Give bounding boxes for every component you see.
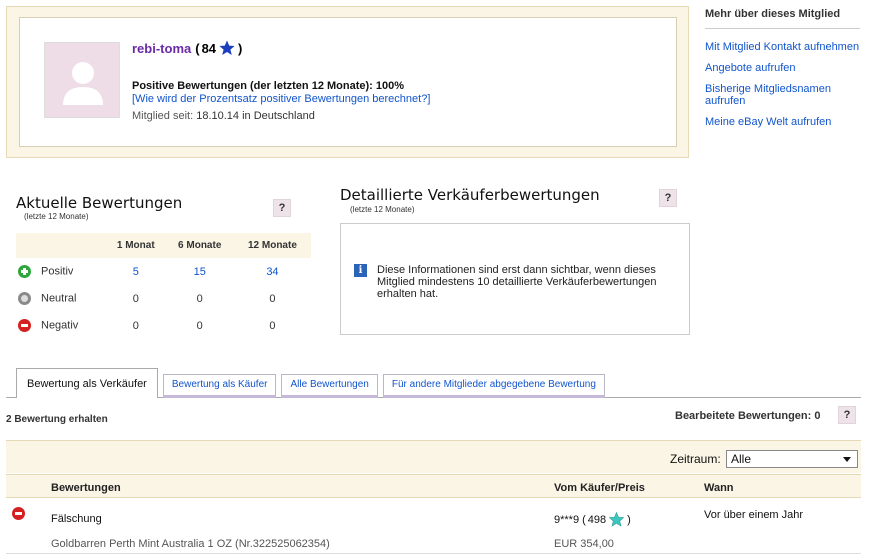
username-link[interactable]: rebi-toma — [132, 41, 191, 56]
member-sidebar: Mehr über dieses Mitglied Mit Mitglied K… — [705, 8, 860, 137]
tab-left-for-others[interactable]: Für andere Mitglieder abgegebene Bewertu… — [382, 374, 605, 398]
current-ratings-title: Aktuelle Bewertungen — [16, 194, 183, 212]
ratings-row-negative: Negativ 0 0 0 — [16, 312, 311, 339]
neutral-1m: 0 — [132, 292, 139, 305]
member-since-label: Mitglied seit: — [132, 110, 194, 122]
avatar — [44, 42, 120, 118]
current-ratings-help-button[interactable]: ? — [273, 199, 291, 217]
item-price: EUR 354,00 — [554, 538, 614, 550]
neutral-icon — [18, 292, 31, 305]
detailed-ratings-help-button[interactable]: ? — [659, 189, 677, 207]
profile-card: rebi-toma ( 84 ) Positive Bewertungen (d… — [19, 17, 677, 147]
ratings-header-row: 1 Monat 6 Monate 12 Monate — [16, 233, 311, 258]
positive-label: Positiv — [41, 265, 74, 278]
tab-as-seller[interactable]: Bewertung als Verkäufer — [16, 368, 158, 398]
ratings-row-positive: Positiv 5 15 34 — [16, 258, 311, 285]
negative-icon — [18, 319, 31, 332]
table-row: Fälschung Goldbarren Perth Mint Australi… — [6, 500, 861, 554]
period-label: Zeitraum: — [670, 452, 721, 466]
ratings-header-12m: 12 Monate — [233, 233, 311, 258]
score-close: ) — [238, 40, 243, 56]
negative-1m: 0 — [132, 319, 139, 332]
edited-help-button[interactable]: ? — [838, 406, 856, 424]
sidebar-links: Mit Mitglied Kontakt aufnehmen Angebote … — [705, 41, 860, 128]
ratings-header-6m: 6 Monate — [165, 233, 234, 258]
view-listings-link[interactable]: Angebote aufrufen — [705, 62, 796, 74]
header-buyer-price: Vom Käufer/Preis — [554, 482, 645, 494]
member-since: Mitglied seit: 18.10.14 in Deutschland — [132, 110, 315, 122]
feedback-text: Fälschung — [51, 513, 102, 525]
buyer-score-open: ( — [582, 513, 586, 526]
star-icon[interactable] — [219, 40, 235, 56]
user-line: rebi-toma ( 84 ) — [132, 40, 242, 56]
profile-panel: rebi-toma ( 84 ) Positive Bewertungen (d… — [6, 6, 689, 158]
neutral-6m: 0 — [196, 292, 203, 305]
tab-all[interactable]: Alle Bewertungen — [281, 374, 378, 398]
score-open: ( — [195, 40, 200, 56]
sidebar-title: Mehr über dieses Mitglied — [705, 8, 860, 29]
ratings-header-1m: 1 Monat — [106, 233, 166, 258]
neutral-label: Neutral — [41, 292, 77, 305]
ratings-header-empty — [16, 233, 106, 258]
positive-help-link[interactable]: [Wie wird der Prozentsatz positiver Bewe… — [132, 93, 430, 105]
current-ratings-subtitle: (letzte 12 Monate) — [24, 212, 89, 221]
buyer-name[interactable]: 9***9 — [554, 514, 579, 526]
detailed-ratings-info: Diese Informationen sind erst dann sicht… — [377, 264, 657, 300]
negative-12m: 0 — [269, 319, 276, 332]
avatar-placeholder-icon — [45, 43, 119, 117]
positive-1m[interactable]: 5 — [106, 258, 166, 285]
positive-percentage: Positive Bewertungen (der letzten 12 Mon… — [132, 80, 405, 92]
buyer-score: 498 — [587, 513, 607, 526]
negative-6m: 0 — [196, 319, 203, 332]
previous-usernames-link[interactable]: Bisherige Mitgliedsnamen aufrufen — [705, 83, 831, 107]
positive-12m[interactable]: 34 — [234, 258, 311, 285]
positive-6m[interactable]: 15 — [166, 258, 234, 285]
tab-as-buyer[interactable]: Bewertung als Käufer — [162, 374, 277, 398]
negative-label: Negativ — [41, 319, 79, 332]
neutral-12m: 0 — [269, 292, 276, 305]
ratings-table: 1 Monat 6 Monate 12 Monate Positiv 5 15 … — [16, 233, 311, 339]
period-select[interactable]: Alle — [726, 450, 858, 468]
member-since-value: 18.10.14 in Deutschland — [196, 110, 315, 122]
negative-feedback-icon — [12, 507, 25, 520]
feedback-score: 84 — [201, 40, 217, 56]
received-count: 2 Bewertung erhalten — [6, 414, 108, 425]
chevron-down-icon — [843, 457, 851, 462]
feedback-when: Vor über einem Jahr — [704, 509, 804, 521]
info-icon: i — [354, 264, 367, 277]
feedback-tabs: Bewertung als Verkäufer Bewertung als Kä… — [16, 368, 610, 398]
header-when: Wann — [704, 482, 734, 494]
detailed-ratings-title: Detaillierte Verkäuferbewertungen — [340, 186, 600, 204]
period-selected-value: Alle — [731, 452, 752, 466]
detailed-ratings-subtitle: (letzte 12 Monate) — [350, 205, 415, 214]
contact-member-link[interactable]: Mit Mitglied Kontakt aufnehmen — [705, 41, 859, 53]
my-ebay-world-link[interactable]: Meine eBay Welt aufrufen — [705, 116, 831, 128]
positive-icon — [18, 265, 31, 278]
header-feedback: Bewertungen — [51, 482, 121, 494]
detailed-ratings-box: i Diese Informationen sind erst dann sic… — [340, 223, 690, 335]
filter-bar: Zeitraum: Alle — [6, 440, 861, 473]
edited-count: Bearbeitete Bewertungen: 0 — [675, 410, 821, 422]
buyer-score-close: ) — [627, 513, 631, 526]
feedback-item: Goldbarren Perth Mint Australia 1 OZ (Nr… — [51, 538, 330, 550]
turquoise-star-icon[interactable] — [609, 512, 625, 527]
feedback-list-header: Bewertungen Vom Käufer/Preis Wann — [6, 474, 861, 498]
ratings-row-neutral: Neutral 0 0 0 — [16, 285, 311, 312]
buyer-info: 9***9 ( 498 ) — [554, 512, 631, 527]
